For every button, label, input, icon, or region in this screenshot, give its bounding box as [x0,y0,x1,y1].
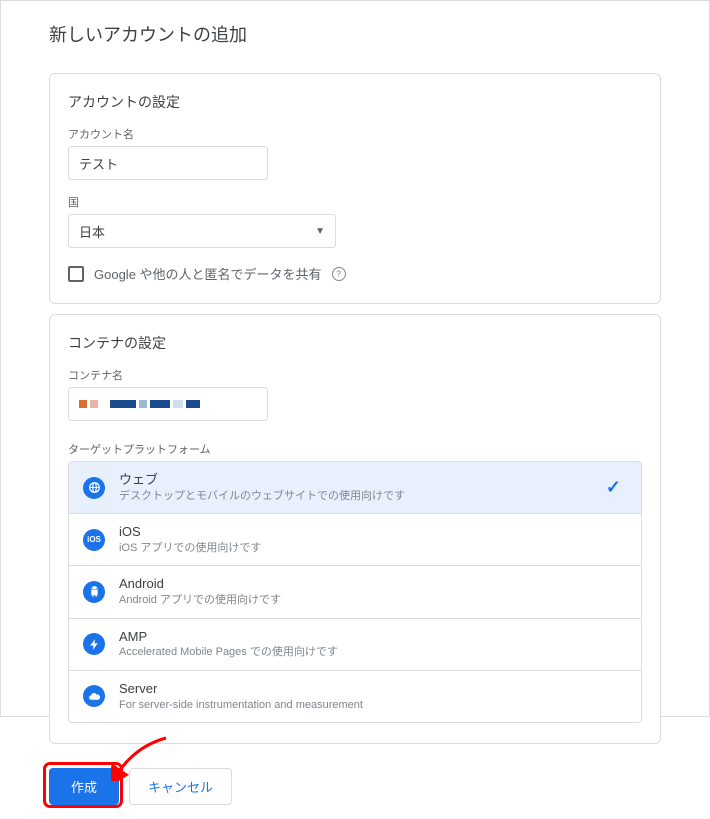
platform-label: ターゲットプラットフォーム [68,441,642,457]
bolt-icon [83,633,105,655]
platform-name: ウェブ [119,472,592,489]
platform-list: ウェブ デスクトップとモバイルのウェブサイトでの使用向けです ✓ iOS iOS… [68,461,642,723]
container-name-label: コンテナ名 [68,367,642,383]
container-section-title: コンテナの設定 [68,333,642,353]
platform-desc: Android アプリでの使用向けです [119,593,627,607]
account-settings-panel: アカウントの設定 アカウント名 国 日本 ▼ Google や他の人と匿名でデー… [49,73,661,304]
platform-option-android[interactable]: Android Android アプリでの使用向けです [69,566,641,618]
country-value: 日本 [79,222,105,241]
container-name-input[interactable] [68,387,268,421]
platform-desc: デスクトップとモバイルのウェブサイトでの使用向けです [119,489,592,503]
share-data-label: Google や他の人と匿名でデータを共有 [94,264,322,283]
country-select[interactable]: 日本 ▼ [68,214,336,248]
platform-name: Server [119,681,627,698]
platform-desc: iOS アプリでの使用向けです [119,541,627,555]
help-icon[interactable]: ? [332,267,346,281]
platform-name: AMP [119,629,627,646]
container-settings-panel: コンテナの設定 コンテナ名 ターゲットプラットフォーム ウェブ デスクトップとモ… [49,314,661,744]
ios-icon: iOS [83,529,105,551]
platform-option-ios[interactable]: iOS iOS iOS アプリでの使用向けです [69,514,641,566]
share-data-checkbox-row[interactable]: Google や他の人と匿名でデータを共有 ? [68,264,642,283]
country-label: 国 [68,194,642,210]
platform-name: iOS [119,524,627,541]
platform-option-amp[interactable]: AMP Accelerated Mobile Pages での使用向けです [69,619,641,671]
globe-icon [83,477,105,499]
check-icon: ✓ [606,477,621,498]
platform-name: Android [119,576,627,593]
account-name-input[interactable] [68,146,268,180]
platform-option-server[interactable]: Server For server-side instrumentation a… [69,671,641,722]
cancel-button[interactable]: キャンセル [129,768,232,805]
cloud-icon [83,685,105,707]
account-name-label: アカウント名 [68,126,642,142]
create-button[interactable]: 作成 [49,768,119,805]
platform-desc: Accelerated Mobile Pages での使用向けです [119,645,627,659]
page-title: 新しいアカウントの追加 [1,1,709,63]
account-section-title: アカウントの設定 [68,92,642,112]
checkbox-icon[interactable] [68,266,84,282]
platform-option-web[interactable]: ウェブ デスクトップとモバイルのウェブサイトでの使用向けです ✓ [69,462,641,514]
chevron-down-icon: ▼ [315,226,325,237]
android-icon [83,581,105,603]
footer-buttons: 作成 キャンセル [1,754,709,819]
platform-desc: For server-side instrumentation and meas… [119,698,627,712]
